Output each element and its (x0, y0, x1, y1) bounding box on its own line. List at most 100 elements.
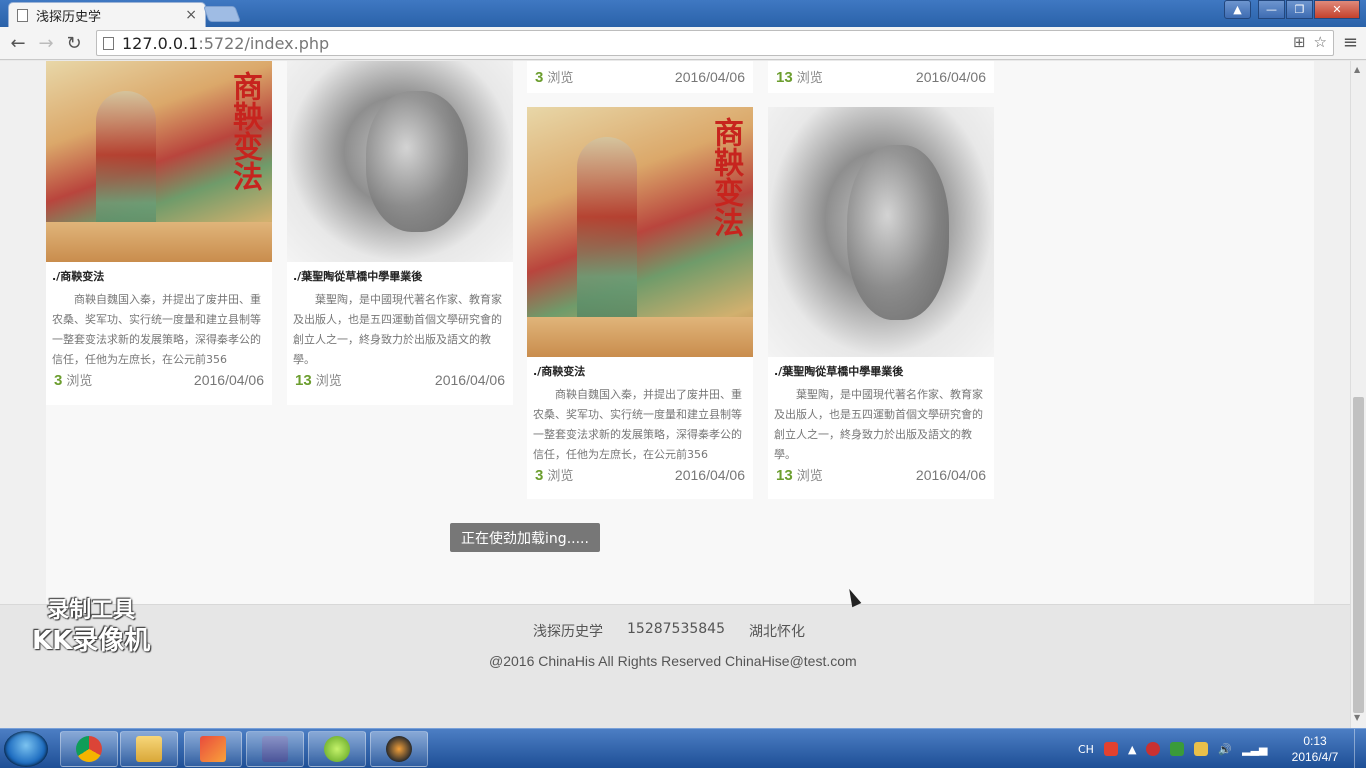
article-summary: 商鞅自魏国入秦，并提出了废井田、重农桑、奖军功、实行统一度量和建立县制等一整套变… (52, 293, 261, 366)
article-card[interactable]: ./葉聖陶從草橋中學畢業後 葉聖陶，是中國現代著名作家、教育家及出版人，也是五四… (768, 107, 994, 499)
page-footer: 浅探历史学 15287535845 湖北怀化 @2016 ChinaHis Al… (0, 604, 1350, 728)
article-title[interactable]: ./葉聖陶從草橋中學畢業後 (768, 357, 994, 385)
browser-tab[interactable]: 浅探历史学 × (8, 2, 206, 27)
watermark-line-1: 录制工具 (47, 598, 136, 623)
post-date: 2016/04/06 (915, 467, 986, 483)
translate-icon[interactable]: ⊞ (1293, 33, 1306, 51)
signal-icon[interactable]: ▂▃▅ (1242, 743, 1267, 756)
article-title[interactable]: ./葉聖陶從草橋中學畢業後 (287, 262, 513, 290)
article-image[interactable] (287, 61, 513, 262)
sogou-ime-icon[interactable] (1103, 742, 1118, 756)
article-summary: 葉聖陶，是中國現代著名作家、教育家及出版人，也是五四運動首個文學研究會的創立人之… (293, 293, 502, 366)
start-button[interactable] (4, 731, 48, 767)
vertical-scrollbar[interactable]: ▲ ▼ (1350, 61, 1366, 728)
article-title[interactable]: ./商鞅变法 (46, 262, 272, 290)
user-profile-icon[interactable]: ▲ (1224, 0, 1251, 19)
volume-icon[interactable]: 🔊 (1218, 743, 1232, 756)
taskbar-chrome[interactable] (60, 731, 118, 767)
url-path: :5722/index.php (198, 33, 330, 53)
footer-phone: 15287535845 (627, 621, 725, 637)
network-icon[interactable] (1194, 742, 1209, 756)
new-tab-button[interactable] (203, 6, 241, 22)
figure-illustration (577, 137, 637, 337)
watermark-line-2: KK录像机 (32, 626, 151, 656)
article-image[interactable] (768, 107, 994, 357)
security-icon[interactable] (1146, 742, 1161, 756)
maximize-button[interactable]: ❐ (1286, 0, 1313, 19)
image-caption-art: 商鞅变法 (708, 117, 743, 237)
bookmark-star-icon[interactable]: ☆ (1314, 33, 1327, 51)
article-image[interactable]: 商鞅变法 (46, 61, 272, 262)
clock-time: 0:13 (1303, 734, 1327, 748)
views-count: 13 (776, 69, 793, 86)
post-date: 2016/04/06 (674, 69, 745, 85)
shield-icon[interactable] (1170, 742, 1185, 756)
editor-icon (200, 736, 226, 762)
views-label: 浏览 (66, 374, 93, 389)
tab-close-icon[interactable]: × (185, 7, 197, 23)
footer-location: 湖北怀化 (748, 624, 805, 640)
system-clock[interactable]: 0:13 2016/4/7 (1282, 733, 1348, 765)
views-count: 3 (535, 467, 544, 484)
reload-icon[interactable]: ↻ (60, 33, 88, 54)
post-date: 2016/04/06 (674, 467, 745, 483)
views-count: 13 (776, 467, 793, 484)
url-host: 127.0.0.1 (122, 33, 199, 53)
article-card[interactable]: 商鞅变法 ./商鞅变法 商鞅自魏国入秦，并提出了废井田、重农桑、奖军功、实行统一… (46, 61, 272, 405)
views-count: 3 (54, 372, 63, 389)
clock-date: 2016/4/7 (1291, 750, 1339, 764)
article-card[interactable]: 13 浏览 2016/04/06 (768, 61, 994, 93)
article-card[interactable]: ./葉聖陶從草橋中學畢業後 葉聖陶，是中國現代著名作家、教育家及出版人，也是五四… (287, 61, 513, 405)
post-date: 2016/04/06 (434, 372, 505, 388)
views-label: 浏览 (796, 71, 823, 86)
show-desktop-button[interactable] (1354, 729, 1366, 768)
page-viewport: 3 浏览 2016/04/06 13 浏览 2016/04/06 商鞅变法 ./商鞅… (0, 61, 1350, 728)
php-icon (262, 736, 288, 762)
chrome-icon (76, 736, 102, 762)
recorder-watermark: 录制工具 KK录像机 (32, 596, 150, 656)
loading-indicator: 正在使劲加载ing..... (450, 523, 600, 552)
post-date: 2016/04/06 (915, 69, 986, 85)
close-window-button[interactable]: ✕ (1314, 0, 1360, 19)
scroll-down-arrow-icon[interactable]: ▼ (1354, 713, 1360, 722)
browser-toolbar: ← → ↻ 127.0.0.1:5722/index.php ⊞ ☆ ≡ (0, 27, 1366, 60)
article-list: 3 浏览 2016/04/06 13 浏览 2016/04/06 商鞅变法 ./商鞅… (46, 61, 1314, 604)
taskbar-recorder[interactable] (370, 731, 428, 767)
page-icon (103, 36, 114, 50)
scroll-up-arrow-icon[interactable]: ▲ (1354, 65, 1360, 74)
article-title[interactable]: ./商鞅变法 (527, 357, 753, 385)
forward-arrow-icon[interactable]: → (32, 33, 60, 54)
tray-expand-icon[interactable]: ▲ (1128, 743, 1136, 756)
scroll-thumb[interactable] (1353, 397, 1364, 713)
taskbar-app[interactable] (308, 731, 366, 767)
article-summary: 葉聖陶，是中國現代著名作家、教育家及出版人，也是五四運動首個文學研究會的創立人之… (774, 388, 983, 461)
article-card[interactable]: 商鞅变法 ./商鞅变法 商鞅自魏国入秦，并提出了废井田、重农桑、奖军功、实行统一… (527, 107, 753, 499)
article-image[interactable]: 商鞅变法 (527, 107, 753, 357)
portrait-illustration (366, 91, 468, 232)
system-tray: CH ▲ 🔊 ▂▃▅ (1078, 729, 1268, 768)
post-date: 2016/04/06 (193, 372, 264, 388)
page-icon (17, 8, 28, 22)
taskbar-explorer[interactable] (120, 731, 178, 767)
address-bar[interactable]: 127.0.0.1:5722/index.php ⊞ ☆ (96, 30, 1334, 56)
views-label: 浏览 (547, 71, 574, 86)
article-card[interactable]: 3 浏览 2016/04/06 (527, 61, 753, 93)
article-summary: 商鞅自魏国入秦，并提出了废井田、重农桑、奖军功、实行统一度量和建立县制等一整套变… (533, 388, 742, 461)
views-label: 浏览 (796, 469, 823, 484)
windows-taskbar: CH ▲ 🔊 ▂▃▅ 0:13 2016/4/7 (0, 728, 1366, 768)
recorder-icon (386, 736, 412, 762)
views-count: 3 (535, 69, 544, 86)
back-arrow-icon[interactable]: ← (4, 33, 32, 54)
taskbar-editor[interactable] (184, 731, 242, 767)
footer-site-name: 浅探历史学 (533, 624, 603, 640)
taskbar-php[interactable] (246, 731, 304, 767)
views-label: 浏览 (315, 374, 342, 389)
minimize-button[interactable]: — (1258, 0, 1285, 19)
green-app-icon (324, 736, 350, 762)
input-language[interactable]: CH (1078, 743, 1094, 756)
folder-icon (136, 736, 162, 762)
menu-icon[interactable]: ≡ (1343, 32, 1358, 53)
views-count: 13 (295, 372, 312, 389)
image-caption-art: 商鞅变法 (227, 71, 262, 191)
footer-copyright: @2016 ChinaHis All Rights Reserved China… (489, 653, 857, 669)
